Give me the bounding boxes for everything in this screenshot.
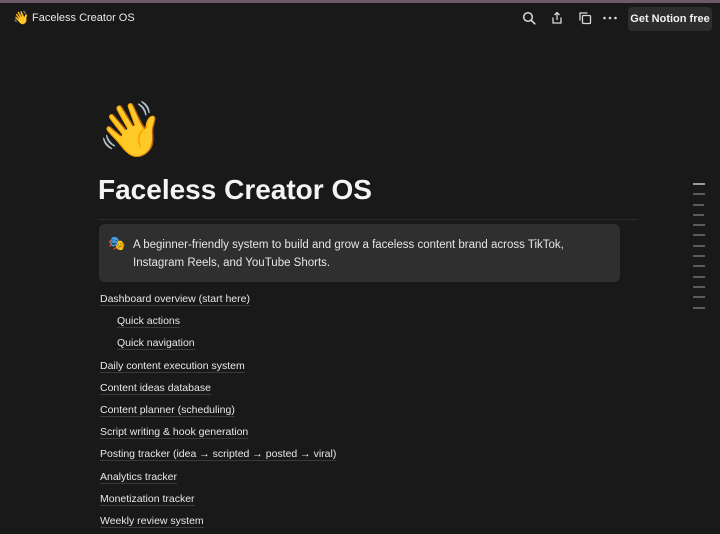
page-hero-icon[interactable]: 👋 xyxy=(97,98,164,162)
page-outline-minimap[interactable] xyxy=(693,183,707,317)
outline-marker[interactable] xyxy=(693,265,705,268)
outline-marker[interactable] xyxy=(693,183,705,185)
outline-marker[interactable] xyxy=(693,224,705,227)
outline-marker[interactable] xyxy=(693,255,705,258)
toc-item-posting-tracker[interactable]: Posting tracker (idea → scripted → poste… xyxy=(100,445,600,467)
toc-item-script-writing[interactable]: Script writing & hook generation xyxy=(100,423,600,445)
outline-marker[interactable] xyxy=(693,203,704,206)
toc-item-analytics-tracker[interactable]: Analytics tracker xyxy=(100,468,600,490)
theater-masks-icon: 🎭 xyxy=(108,235,126,251)
toc-item-dashboard-overview[interactable]: Dashboard overview (start here) xyxy=(100,290,600,312)
top-bar: 👋 Faceless Creator OS Get Notion free xyxy=(0,3,720,33)
toc-item-quick-navigation[interactable]: Quick navigation xyxy=(100,334,600,356)
outline-marker[interactable] xyxy=(693,244,705,247)
toc-item-quick-actions[interactable]: Quick actions xyxy=(100,312,600,334)
outline-marker[interactable] xyxy=(693,275,705,278)
outline-marker[interactable] xyxy=(693,193,705,196)
toc-item-content-ideas-database[interactable]: Content ideas database xyxy=(100,379,600,401)
toc-item-monetization-tracker[interactable]: Monetization tracker xyxy=(100,490,600,512)
get-notion-free-button[interactable]: Get Notion free xyxy=(628,7,712,31)
share-icon[interactable] xyxy=(548,9,566,27)
more-icon[interactable] xyxy=(601,9,619,27)
toc-item-content-planner[interactable]: Content planner (scheduling) xyxy=(100,401,600,423)
search-icon[interactable] xyxy=(520,9,538,27)
outline-marker[interactable] xyxy=(693,285,705,288)
callout-block: 🎭 A beginner-friendly system to build an… xyxy=(99,224,620,282)
callout-text: A beginner-friendly system to build and … xyxy=(133,239,564,269)
outline-marker[interactable] xyxy=(693,306,705,309)
outline-marker[interactable] xyxy=(693,296,705,299)
duplicate-icon[interactable] xyxy=(576,9,594,27)
outline-marker[interactable] xyxy=(693,213,704,216)
toc-item-daily-content-execution[interactable]: Daily content execution system xyxy=(100,357,600,379)
divider xyxy=(98,219,638,220)
breadcrumb-page-title[interactable]: Faceless Creator OS xyxy=(32,11,135,25)
toc-item-weekly-review[interactable]: Weekly review system xyxy=(100,512,600,534)
outline-marker[interactable] xyxy=(693,234,705,237)
table-of-contents: Dashboard overview (start here) Quick ac… xyxy=(100,290,600,534)
page-title: Faceless Creator OS xyxy=(98,174,372,205)
page-icon[interactable]: 👋 xyxy=(13,10,29,26)
